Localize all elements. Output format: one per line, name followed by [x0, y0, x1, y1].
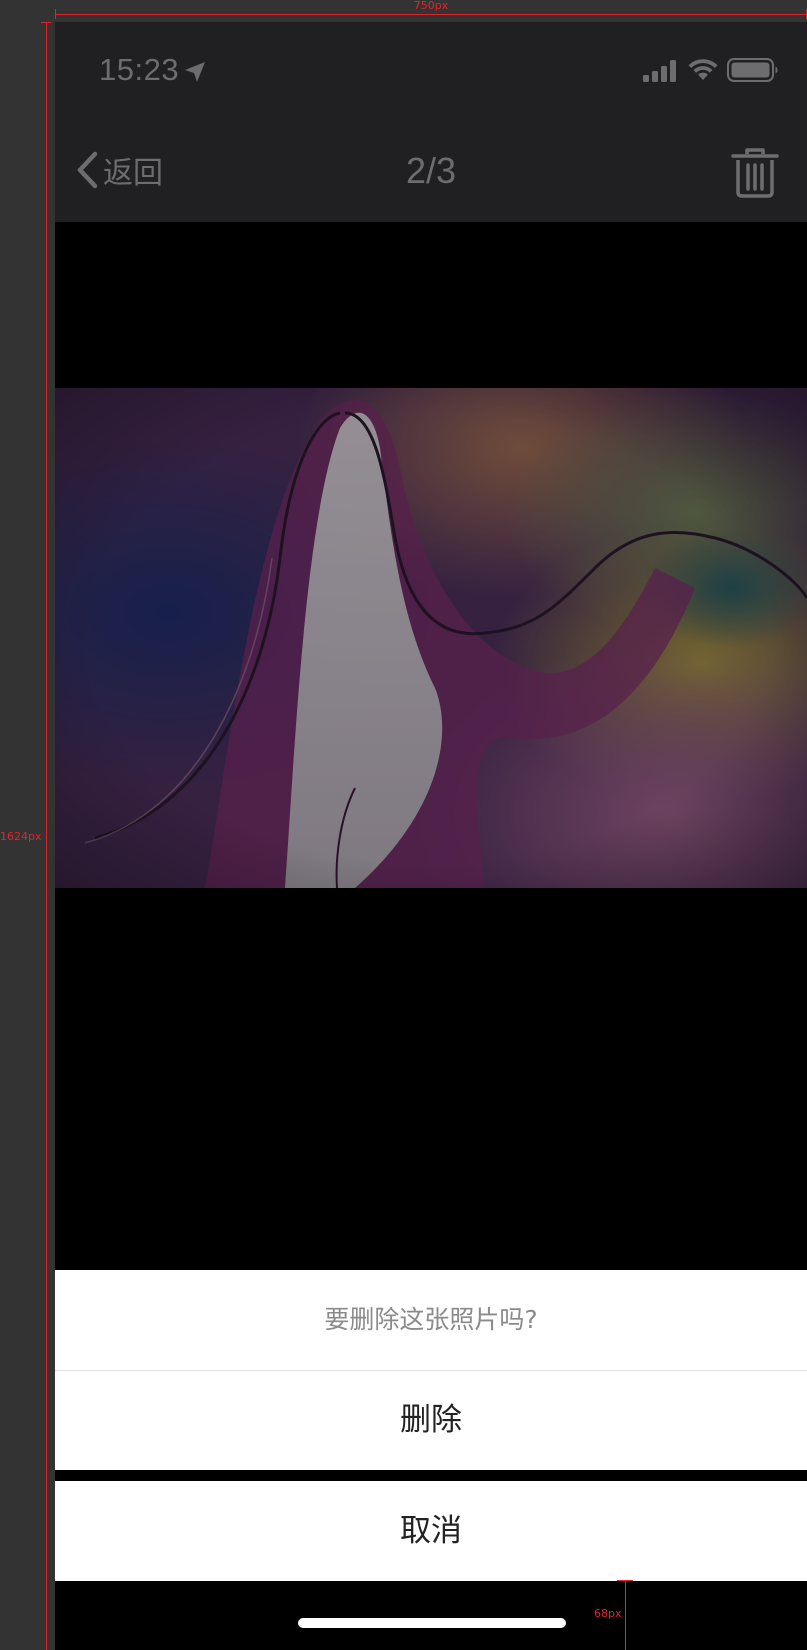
home-indicator[interactable]	[298, 1618, 566, 1628]
cancel-button[interactable]: 取消	[55, 1481, 807, 1581]
action-sheet: 要删除这张照片吗? 删除 取消	[55, 1270, 807, 1581]
page-title: 2/3	[405, 150, 457, 191]
trash-icon[interactable]	[731, 148, 779, 198]
cellular-signal-icon	[643, 60, 676, 82]
navigation-bar: 返回 2/3	[55, 118, 807, 222]
location-arrow-icon	[185, 62, 205, 82]
design-canvas: 750px 1624px 15:23 返回 2/3 要删除这张照片吗? 删除 取…	[0, 0, 807, 1650]
photo-preview[interactable]	[55, 388, 807, 888]
status-time: 15:23	[99, 52, 180, 87]
bottom-measure-tick	[617, 1580, 633, 1581]
height-measure-line	[46, 22, 47, 1650]
width-measure-line	[55, 14, 807, 15]
phone-screen: 15:23 返回 2/3 要删除这张照片吗? 删除 取消	[55, 22, 807, 1650]
height-measure-label: 1624px	[0, 830, 43, 843]
action-sheet-title: 要删除这张照片吗?	[55, 1270, 807, 1371]
battery-icon	[727, 58, 778, 82]
width-measure-label: 750px	[400, 0, 462, 12]
action-sheet-group: 要删除这张照片吗? 删除	[55, 1270, 807, 1470]
delete-button[interactable]: 删除	[55, 1371, 807, 1470]
action-sheet-separator	[55, 1470, 807, 1481]
bottom-measure-label: 68px	[594, 1607, 622, 1620]
bottom-measure-line	[625, 1580, 626, 1650]
wifi-icon	[688, 59, 718, 80]
status-bar: 15:23	[55, 22, 807, 118]
height-measure-tick	[41, 22, 51, 23]
photo-image	[55, 388, 807, 888]
width-measure-tick-left	[55, 9, 56, 19]
